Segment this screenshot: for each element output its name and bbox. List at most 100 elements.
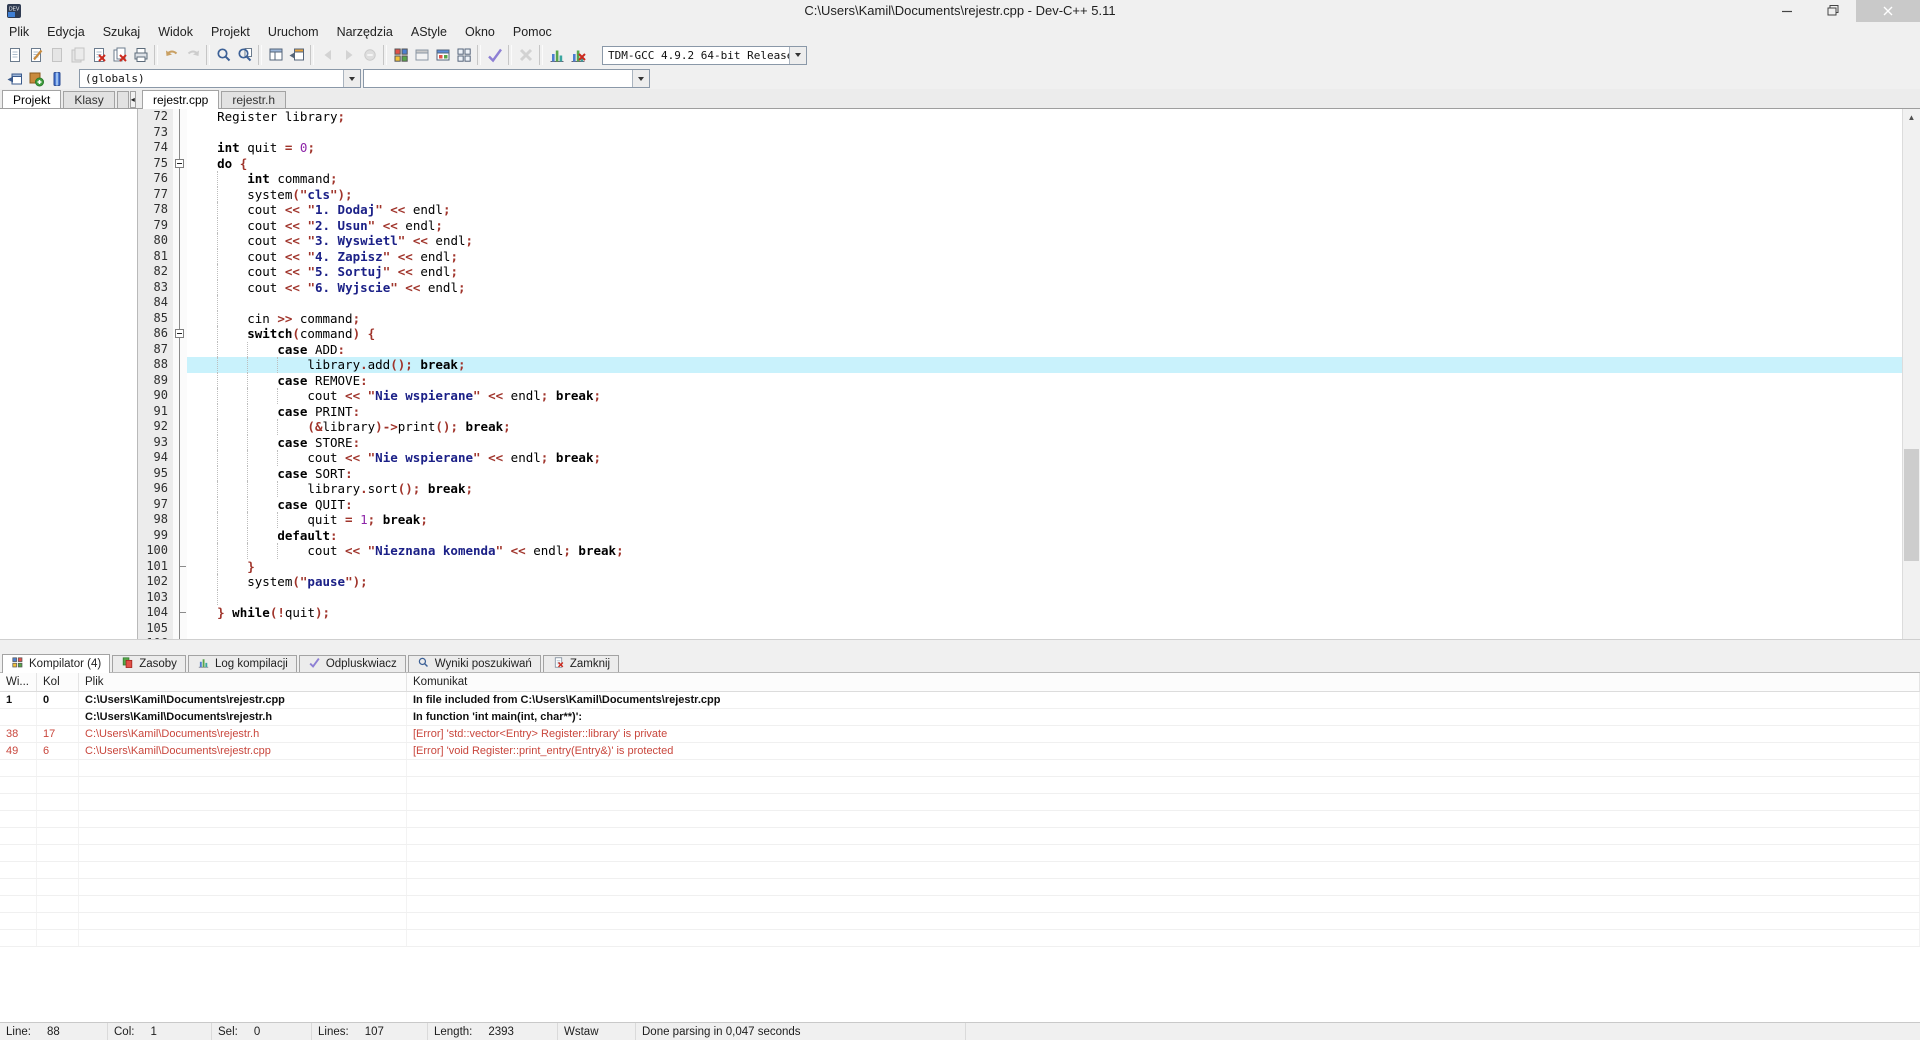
scrollbar-thumb[interactable]	[1904, 449, 1919, 561]
code-line[interactable]: 78 cout << "1. Dodaj" << endl;	[138, 202, 1903, 218]
chevron-down-icon[interactable]	[343, 70, 360, 87]
close-file-icon[interactable]	[88, 45, 109, 66]
tab-wyniki-poszukiwa[interactable]: Wyniki poszukiwań	[408, 655, 541, 672]
menu-szukaj[interactable]: Szukaj	[94, 22, 150, 42]
code-line[interactable]: 94 cout << "Nie wspierane" << endl; brea…	[138, 450, 1903, 466]
tab-zasoby[interactable]: Zasoby	[112, 655, 186, 672]
vertical-scrollbar[interactable]: ▲ ▼	[1902, 109, 1920, 639]
bookmarks-icon[interactable]	[46, 68, 67, 89]
code-line[interactable]: 77 system("cls");	[138, 187, 1903, 203]
tab-log-kompilacji[interactable]: Log kompilacji	[188, 655, 297, 672]
code-line[interactable]: 105	[138, 621, 1903, 637]
globals-select[interactable]: (globals)	[79, 69, 361, 88]
menu-astyle[interactable]: AStyle	[402, 22, 456, 42]
code-line[interactable]: 103	[138, 590, 1903, 606]
close-all-icon[interactable]	[109, 45, 130, 66]
menu-edycja[interactable]: Edycja	[38, 22, 94, 42]
code-line[interactable]: 97 case QUIT:	[138, 497, 1903, 513]
restore-button[interactable]	[1810, 0, 1856, 22]
fold-collapse-button[interactable]	[175, 329, 184, 338]
titlebar[interactable]: DEV C:\Users\Kamil\Documents\rejestr.cpp…	[0, 0, 1920, 22]
code-line[interactable]: 92 (&library)->print(); break;	[138, 419, 1903, 435]
code-line[interactable]: 84	[138, 295, 1903, 311]
compile-icon[interactable]	[390, 45, 411, 66]
tab-odpluskwiacz[interactable]: Odpluskwiacz	[299, 655, 406, 672]
goto-file-icon[interactable]	[4, 68, 25, 89]
panel-splitter[interactable]	[0, 639, 1920, 654]
compiler-message-row[interactable]: 10C:\Users\Kamil\Documents\rejestr.cppIn…	[0, 692, 1920, 709]
tab-zamknij[interactable]: Zamknij	[543, 655, 619, 672]
code-line[interactable]: 101 }	[138, 559, 1903, 575]
code-line[interactable]: 80 cout << "3. Wyswietl" << endl;	[138, 233, 1903, 249]
code-editor[interactable]: 72 Register library;7374 int quit = 0;75…	[138, 109, 1903, 639]
chevron-down-icon[interactable]	[632, 70, 649, 87]
code-line[interactable]: 93 case STORE:	[138, 435, 1903, 451]
compiler-select[interactable]: TDM-GCC 4.9.2 64-bit Release	[602, 46, 807, 65]
project-view-icon[interactable]	[265, 45, 286, 66]
report-view-icon[interactable]	[286, 45, 307, 66]
code-line[interactable]: 75 do {	[138, 156, 1903, 172]
fold-collapse-button[interactable]	[175, 159, 184, 168]
code-line[interactable]: 73	[138, 125, 1903, 141]
code-line[interactable]: 96 library.sort(); break;	[138, 481, 1903, 497]
find-icon[interactable]	[213, 45, 234, 66]
code-line[interactable]: 88 library.add(); break;	[138, 357, 1903, 373]
code-line[interactable]: 72 Register library;	[138, 109, 1903, 125]
rebuild-icon[interactable]	[453, 45, 474, 66]
code-line[interactable]: 90 cout << "Nie wspierane" << endl; brea…	[138, 388, 1903, 404]
scroll-up-icon[interactable]: ▲	[1903, 109, 1920, 126]
code-line[interactable]: 102 system("pause");	[138, 574, 1903, 590]
code-line[interactable]: 81 cout << "4. Zapisz" << endl;	[138, 249, 1903, 265]
column-header-komunikat[interactable]: Komunikat	[407, 673, 1920, 691]
tab-projekt[interactable]: Projekt	[2, 90, 61, 108]
replace-icon[interactable]	[234, 45, 255, 66]
menu-widok[interactable]: Widok	[149, 22, 202, 42]
code-line[interactable]: 87 case ADD:	[138, 342, 1903, 358]
profile-icon[interactable]	[546, 45, 567, 66]
print-icon[interactable]	[130, 45, 151, 66]
minimize-button[interactable]	[1764, 0, 1810, 22]
code-line[interactable]: 76 int command;	[138, 171, 1903, 187]
new-file-icon[interactable]	[4, 45, 25, 66]
menu-pomoc[interactable]: Pomoc	[504, 22, 561, 42]
code-line[interactable]: 99 default:	[138, 528, 1903, 544]
tab-od[interactable]: Od	[117, 91, 129, 108]
code-line[interactable]: 104 } while(!quit);	[138, 605, 1903, 621]
code-line[interactable]: 85 cin >> command;	[138, 311, 1903, 327]
chevron-down-icon[interactable]	[789, 47, 806, 64]
run-icon[interactable]	[411, 45, 432, 66]
code-line[interactable]: 79 cout << "2. Usun" << endl;	[138, 218, 1903, 234]
profile-delete-icon[interactable]	[567, 45, 588, 66]
editor-tab-rejestr-cpp[interactable]: rejestr.cpp	[142, 90, 219, 109]
editor-tab-rejestr-h[interactable]: rejestr.h	[221, 91, 286, 108]
open-file-icon[interactable]	[25, 45, 46, 66]
syntax-check-icon[interactable]	[484, 45, 505, 66]
compiler-message-row[interactable]: 496C:\Users\Kamil\Documents\rejestr.cpp[…	[0, 743, 1920, 760]
code-line[interactable]: 83 cout << "6. Wyjscie" << endl;	[138, 280, 1903, 296]
tab-kompilator-4[interactable]: Kompilator (4)	[2, 654, 110, 673]
close-button[interactable]	[1856, 0, 1920, 22]
column-header-kol[interactable]: Kol	[37, 673, 79, 691]
menu-plik[interactable]: Plik	[0, 22, 38, 42]
code-line[interactable]: 91 case PRINT:	[138, 404, 1903, 420]
code-line[interactable]: 86 switch(command) {	[138, 326, 1903, 342]
menu-projekt[interactable]: Projekt	[202, 22, 259, 42]
menu-okno[interactable]: Okno	[456, 22, 504, 42]
members-select[interactable]	[363, 69, 650, 88]
menu-narz-dzia[interactable]: Narzędzia	[328, 22, 402, 42]
code-line[interactable]: 89 case REMOVE:	[138, 373, 1903, 389]
code-line[interactable]: 98 quit = 1; break;	[138, 512, 1903, 528]
tab-scroll-left-button[interactable]: ◂	[130, 91, 136, 108]
new-unit-icon[interactable]	[25, 68, 46, 89]
compiler-message-row[interactable]: C:\Users\Kamil\Documents\rejestr.hIn fun…	[0, 709, 1920, 726]
compile-run-icon[interactable]	[432, 45, 453, 66]
undo-icon[interactable]	[161, 45, 182, 66]
code-line[interactable]: 74 int quit = 0;	[138, 140, 1903, 156]
compiler-message-row[interactable]: 3817C:\Users\Kamil\Documents\rejestr.h[E…	[0, 726, 1920, 743]
column-header-wi[interactable]: Wi...	[0, 673, 37, 691]
code-line[interactable]: 100 cout << "Nieznana komenda" << endl; …	[138, 543, 1903, 559]
code-line[interactable]: 82 cout << "5. Sortuj" << endl;	[138, 264, 1903, 280]
column-header-plik[interactable]: Plik	[79, 673, 407, 691]
code-line[interactable]: 95 case SORT:	[138, 466, 1903, 482]
project-browser-panel[interactable]	[0, 109, 138, 639]
